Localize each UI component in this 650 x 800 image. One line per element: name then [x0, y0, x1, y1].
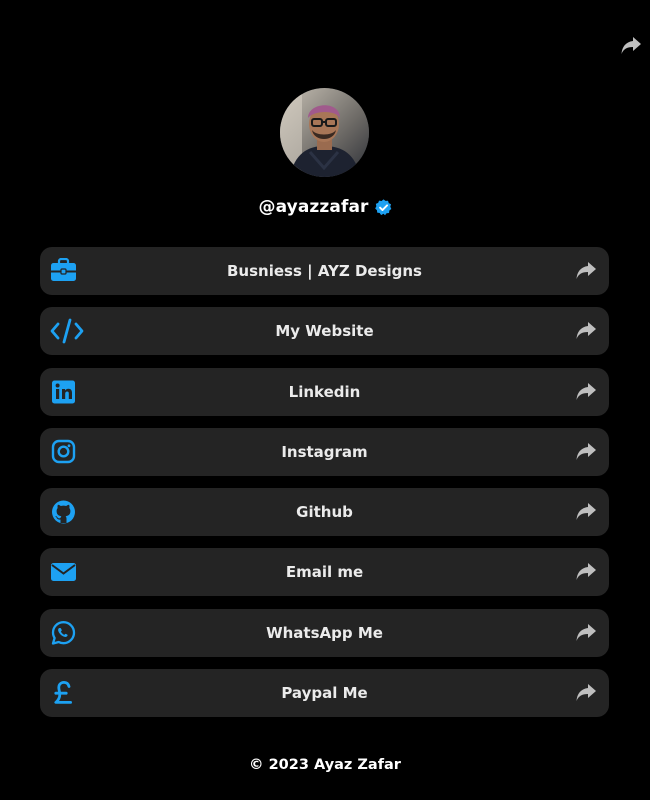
link-button-email[interactable]: Email me: [40, 548, 609, 597]
link-label: Busniess | AYZ Designs: [227, 262, 422, 280]
link-button-github[interactable]: Github: [40, 488, 609, 537]
link-list: Busniess | AYZ Designs My Website Linked…: [40, 247, 609, 729]
link-button-instagram[interactable]: Instagram: [40, 427, 609, 476]
footer-copyright: © 2023 Ayaz Zafar: [249, 757, 401, 773]
link-label: Email me: [285, 563, 364, 582]
avatar: [280, 88, 369, 177]
share-icon: [575, 382, 597, 402]
instagram-icon: [50, 439, 77, 465]
link-label: WhatsApp Me: [266, 623, 383, 642]
share-icon: [575, 623, 597, 643]
verified-badge-icon: [374, 198, 392, 216]
link-button-whatsapp[interactable]: WhatsApp Me: [40, 608, 609, 657]
share-page-icon[interactable]: [620, 36, 642, 56]
share-icon: [575, 261, 597, 281]
profile-handle: @ayazzafar: [258, 197, 369, 217]
link-label: Linkedin: [288, 382, 361, 401]
share-icon: [575, 442, 597, 462]
share-icon: [575, 321, 597, 341]
link-label: My Website: [275, 322, 374, 341]
link-button-paypal[interactable]: Paypal Me: [40, 669, 609, 718]
link-label: Instagram: [281, 442, 368, 461]
link-button-business[interactable]: Busniess | AYZ Designs: [40, 247, 609, 295]
github-icon: [50, 499, 77, 525]
share-icon: [575, 502, 597, 522]
share-icon: [575, 562, 597, 582]
link-label: Paypal Me: [281, 684, 368, 703]
link-button-linkedin[interactable]: Linkedin: [40, 367, 609, 416]
link-button-website[interactable]: My Website: [40, 307, 609, 356]
envelope-icon: [50, 559, 77, 585]
link-label: Github: [296, 503, 353, 522]
briefcase-icon: [50, 257, 77, 284]
linkedin-icon: [50, 379, 77, 405]
share-icon: [575, 683, 597, 703]
whatsapp-icon: [50, 620, 77, 646]
profile-handle-row: @ayazzafar: [0, 194, 650, 220]
pound-icon: [50, 680, 77, 706]
code-icon: [50, 318, 84, 344]
